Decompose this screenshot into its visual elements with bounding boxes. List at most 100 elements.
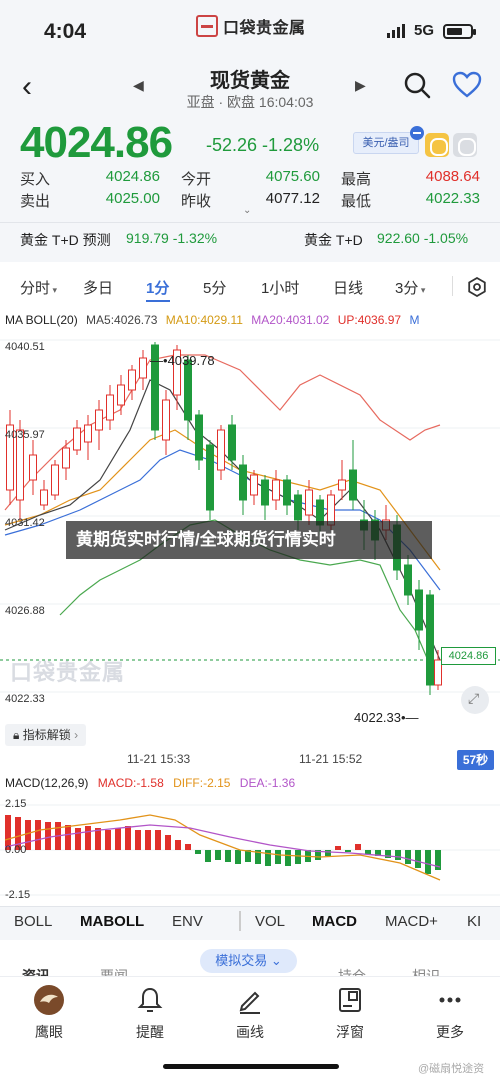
switch-badge-icon: [410, 126, 424, 140]
currency-unit-button[interactable]: 美元/盎司: [353, 126, 424, 154]
macd-bar: [165, 835, 171, 850]
macd-name[interactable]: MACD(12,26,9): [5, 776, 88, 790]
macd-bar: [345, 850, 351, 852]
active-tab-underline: [146, 300, 170, 302]
macd-bar: [105, 830, 111, 850]
candle-body: [217, 429, 225, 471]
alert-ring-icon[interactable]: [425, 133, 449, 157]
source-credit: @磁扇悦途资: [418, 1063, 485, 1075]
macd-legend: MACD(12,26,9) MACD:-1.58 DIFF:-2.15 DEA:…: [5, 776, 301, 790]
nav-float-window[interactable]: 浮窗: [315, 984, 385, 1042]
search-icon[interactable]: [402, 70, 432, 100]
sim-trade-button[interactable]: 模拟交易 ⌄: [200, 949, 297, 973]
macd-bar: [45, 822, 51, 850]
ma20-value: MA20:4031.02: [251, 313, 330, 327]
tplus-forecast-label[interactable]: 黄金 T+D 预测: [20, 230, 111, 250]
macd-bar: [295, 850, 301, 864]
chevron-down-icon: ⌄: [267, 953, 282, 968]
app-brand: 口袋贵金属: [196, 14, 306, 38]
candle-body: [84, 424, 92, 443]
high-label: 最高: [341, 171, 372, 188]
nav-more[interactable]: 更多: [415, 984, 485, 1042]
ind-macd-plus[interactable]: MACD+: [385, 913, 438, 930]
nav-alert[interactable]: 提醒: [115, 984, 185, 1042]
y-tick-3: 4031.42: [5, 517, 45, 529]
high-annotation-value: 4039.78: [167, 353, 215, 368]
battery-icon: [443, 24, 476, 39]
eagle-icon: [34, 985, 64, 1015]
candle-body: [139, 357, 147, 379]
fullscreen-icon[interactable]: [461, 686, 489, 714]
tab-timeshare[interactable]: 分时 ▾: [20, 277, 57, 298]
macd-value: MACD:-1.58: [97, 776, 164, 790]
prev-close-value: 4077.12: [265, 190, 320, 207]
macd-bar: [225, 850, 231, 862]
currency-unit-label: 美元/盎司: [362, 137, 410, 149]
nav-eagle-eye[interactable]: 鹰眼: [14, 984, 84, 1042]
tab-1min[interactable]: 1分: [146, 277, 169, 298]
low-value: 4022.33: [425, 190, 480, 207]
current-price-tag: 4024.86: [441, 647, 496, 665]
boll-up-value: UP:4036.97: [337, 313, 402, 327]
macd-bar: [95, 828, 101, 850]
macd-bar: [205, 850, 211, 862]
tab-label: 3分: [395, 280, 419, 297]
tplus-label[interactable]: 黄金 T+D: [304, 230, 363, 250]
ind-boll[interactable]: BOLL: [14, 913, 52, 930]
tab-1hour[interactable]: 1小时: [261, 277, 299, 298]
next-instrument-icon[interactable]: ▶: [355, 77, 366, 94]
boll-legend: MA BOLL(20) MA5:4026.73 MA10:4029.11 MA2…: [5, 313, 424, 327]
candle-body: [195, 414, 203, 461]
y-tick-bottom: 4022.33: [5, 693, 45, 705]
nav-draw[interactable]: 画线: [215, 984, 285, 1042]
y-tick-2: 4035.97: [5, 429, 45, 441]
macd-bar: [195, 850, 201, 854]
tplus-forecast-value: 919.79 -1.32%: [126, 230, 218, 246]
macd-bar: [185, 844, 191, 850]
bid-label: 买入: [20, 171, 51, 188]
tplus-value: 922.60 -1.05%: [377, 230, 469, 246]
ma5-value: MA5:4026.73: [86, 313, 158, 327]
ind-env[interactable]: ENV: [172, 913, 203, 930]
candle-body: [62, 447, 70, 469]
tab-separator: [452, 276, 453, 296]
tab-multiday[interactable]: 多日: [83, 277, 113, 298]
ind-maboll[interactable]: MABOLL: [80, 913, 144, 930]
macd-bar: [75, 828, 81, 850]
ind-vol[interactable]: VOL: [255, 913, 285, 930]
candle-body: [106, 394, 114, 421]
candle-body: [184, 359, 192, 421]
tab-3min[interactable]: 3分 ▾: [395, 277, 425, 298]
low-label: 最低: [341, 193, 372, 210]
boll-name[interactable]: MA BOLL(20): [5, 313, 78, 327]
bid-value: 4024.86: [105, 168, 160, 185]
history-clock-icon[interactable]: [453, 133, 477, 157]
clock: 4:04: [44, 20, 87, 43]
low-annotation-value: 4022.33: [354, 710, 401, 725]
ind-kd[interactable]: KI: [467, 913, 481, 930]
candle-body: [426, 594, 434, 686]
chart-settings-icon[interactable]: [467, 276, 487, 298]
macd-bar: [335, 846, 341, 850]
time-label-1: 11-21 15:33: [127, 752, 191, 766]
ind-macd[interactable]: MACD: [312, 913, 357, 930]
countdown-badge: 57秒: [457, 750, 494, 770]
tab-daily[interactable]: 日线: [333, 277, 363, 298]
y-tick-top: 4040.51: [5, 341, 45, 353]
tab-5min[interactable]: 5分: [203, 277, 226, 298]
candle-body: [51, 464, 59, 496]
macd-bar: [275, 850, 281, 864]
macd-bar: [325, 850, 331, 856]
dropdown-icon: ▾: [418, 285, 426, 295]
macd-chart[interactable]: [0, 795, 500, 905]
sim-trade-label: 模拟交易: [215, 953, 268, 968]
overlay-banner: 黄期货实时行情/全球期货行情实时: [66, 521, 432, 559]
candle-body: [272, 479, 280, 501]
candle-body: [228, 424, 236, 461]
favorite-heart-icon[interactable]: [452, 70, 482, 100]
macd-bar: [395, 850, 401, 860]
macd-bar: [355, 844, 361, 850]
network-type: 5G: [414, 22, 435, 39]
unlock-indicator-button[interactable]: 🔒︎ 指标解锁 ›: [5, 724, 87, 746]
expand-chevron-icon[interactable]: ⌄: [243, 205, 251, 216]
